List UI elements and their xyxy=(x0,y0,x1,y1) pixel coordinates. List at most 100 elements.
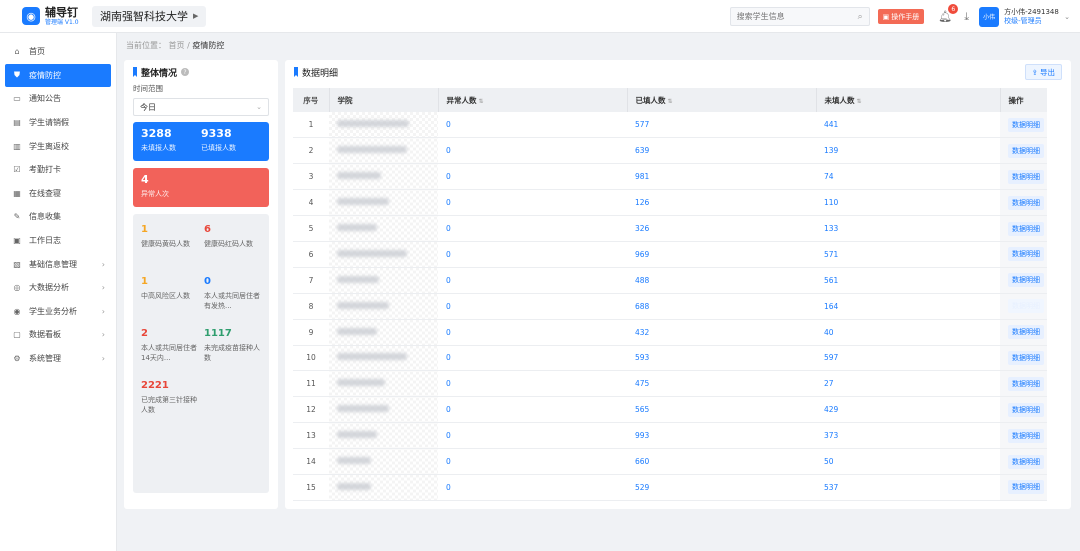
row-detail-button[interactable]: 数据明细 xyxy=(1008,454,1044,469)
row-abnormal-count[interactable]: 0 xyxy=(438,112,627,139)
row-unfilled-count[interactable]: 164 xyxy=(816,293,1000,320)
row-filled-count[interactable]: 577 xyxy=(627,112,816,139)
sidebar-item-4[interactable]: ▥ 学生离返校 xyxy=(5,134,111,158)
health-stat-item[interactable]: 6 健康码红码人数 xyxy=(204,224,261,276)
row-detail-button[interactable]: 数据明细 xyxy=(1008,195,1044,210)
row-unfilled-count[interactable]: 139 xyxy=(816,137,1000,165)
row-detail-button[interactable]: 数据明细 xyxy=(1008,376,1044,391)
sidebar-item-1[interactable]: ⛊ 疫情防控 xyxy=(5,63,111,88)
sidebar-item-9[interactable]: ▧ 基础信息管理 › xyxy=(5,252,111,276)
row-unfilled-count[interactable]: 40 xyxy=(816,319,1000,346)
row-filled-count[interactable]: 639 xyxy=(627,137,816,165)
row-abnormal-count[interactable]: 0 xyxy=(438,163,627,191)
sort-icon[interactable]: ⇅ xyxy=(857,98,862,105)
search-box[interactable]: ⌕ xyxy=(729,7,870,26)
row-filled-count[interactable]: 688 xyxy=(627,293,816,320)
row-detail-button[interactable]: 数据明细 xyxy=(1008,143,1044,158)
row-detail-button[interactable]: 数据明细 xyxy=(1008,169,1044,184)
row-filled-count[interactable]: 488 xyxy=(627,267,816,294)
health-stat-item[interactable]: 0 本人或共同居住者有发热... xyxy=(204,276,261,328)
row-detail-button[interactable]: 数据明细 xyxy=(1008,402,1044,417)
sort-icon[interactable]: ⇅ xyxy=(479,98,484,105)
health-stat-item[interactable]: 2 本人或共同居住者14天内... xyxy=(141,328,198,380)
row-abnormal-count[interactable]: 0 xyxy=(438,319,627,346)
sort-icon[interactable]: ⇅ xyxy=(668,98,673,105)
fill-stat-card[interactable]: 3288 未填报人数 9338 已填报人数 xyxy=(133,122,269,161)
row-filled-count[interactable]: 565 xyxy=(627,396,816,424)
row-abnormal-count[interactable]: 0 xyxy=(438,189,627,217)
user-info[interactable]: 方小伟-2491348 校级-管理员 xyxy=(1004,8,1064,26)
student-search-input[interactable] xyxy=(736,12,847,21)
row-filled-count[interactable]: 475 xyxy=(627,370,816,398)
user-menu-chevron-down-icon[interactable]: ⌄ xyxy=(1064,13,1070,21)
app-logo[interactable]: ◉ 辅导钉 管理端 V1.0 xyxy=(22,7,92,26)
row-detail-button[interactable]: 数据明细 xyxy=(1008,299,1044,314)
row-detail-button[interactable]: 数据明细 xyxy=(1008,325,1044,340)
row-unfilled-count[interactable]: 597 xyxy=(816,345,1000,372)
row-abnormal-count[interactable]: 0 xyxy=(438,448,627,475)
row-detail-button[interactable]: 数据明细 xyxy=(1008,247,1044,262)
row-filled-count[interactable]: 326 xyxy=(627,215,816,242)
row-abnormal-count[interactable]: 0 xyxy=(438,370,627,398)
download-icon[interactable]: ⤓ xyxy=(964,10,969,24)
row-unfilled-count[interactable]: 50 xyxy=(816,448,1000,475)
row-filled-count[interactable]: 981 xyxy=(627,163,816,191)
sidebar-item-3[interactable]: ▤ 学生请销假 xyxy=(5,111,111,135)
time-range-select[interactable]: 今日 ⌄ xyxy=(133,98,269,116)
row-abnormal-count[interactable]: 0 xyxy=(438,137,627,165)
row-unfilled-count[interactable]: 441 xyxy=(816,112,1000,139)
row-filled-count[interactable]: 593 xyxy=(627,345,816,372)
health-stat-item[interactable]: 1 健康码黄码人数 xyxy=(141,224,198,276)
row-abnormal-count[interactable]: 0 xyxy=(438,345,627,372)
row-filled-count[interactable]: 993 xyxy=(627,422,816,450)
sidebar-item-2[interactable]: ▭ 通知公告 xyxy=(5,87,111,111)
row-unfilled-count[interactable]: 110 xyxy=(816,189,1000,217)
health-stat-item[interactable]: 1117 未完成疫苗接种人数 xyxy=(204,328,261,380)
manual-button[interactable]: ▣ 操作手册 xyxy=(877,9,925,24)
help-icon[interactable]: ? xyxy=(181,68,190,76)
row-abnormal-count[interactable]: 0 xyxy=(438,396,627,424)
sidebar-item-6[interactable]: ▦ 在线查寝 xyxy=(5,182,111,206)
row-unfilled-count[interactable]: 561 xyxy=(816,267,1000,294)
search-icon[interactable]: ⌕ xyxy=(858,12,863,22)
sidebar-item-10[interactable]: ◎ 大数据分析 › xyxy=(5,276,111,300)
col-header-unfilled[interactable]: 未填人数 ⇅ xyxy=(816,88,1001,112)
breadcrumb-home[interactable]: 首页 xyxy=(169,41,185,50)
avatar[interactable]: 小伟 xyxy=(979,6,1000,27)
row-detail-button[interactable]: 数据明细 xyxy=(1008,350,1044,365)
health-stat-item[interactable]: 2221 已完成第三针接种人数 xyxy=(141,380,198,432)
sidebar-item-7[interactable]: ✎ 信息收集 xyxy=(5,205,111,229)
row-abnormal-count[interactable]: 0 xyxy=(438,474,627,501)
row-abnormal-count[interactable]: 0 xyxy=(438,293,627,320)
row-filled-count[interactable]: 660 xyxy=(627,448,816,475)
row-abnormal-count[interactable]: 0 xyxy=(438,215,627,242)
sidebar-item-8[interactable]: ▣ 工作日志 xyxy=(5,229,111,253)
row-abnormal-count[interactable]: 0 xyxy=(438,422,627,450)
row-detail-button[interactable]: 数据明细 xyxy=(1008,480,1044,495)
abnormal-stat-card[interactable]: 4 异常人次 xyxy=(133,168,269,207)
row-abnormal-count[interactable]: 0 xyxy=(438,241,627,268)
row-unfilled-count[interactable]: 373 xyxy=(816,422,1000,450)
row-unfilled-count[interactable]: 133 xyxy=(816,215,1000,242)
row-filled-count[interactable]: 432 xyxy=(627,319,816,346)
row-detail-button[interactable]: 数据明细 xyxy=(1008,428,1044,443)
row-unfilled-count[interactable]: 571 xyxy=(816,241,1000,268)
export-button[interactable]: ⇪ 导出 xyxy=(1024,64,1062,80)
sidebar-item-13[interactable]: ⚙ 系统管理 › xyxy=(5,347,111,371)
sidebar-item-0[interactable]: ⌂ 首页 xyxy=(5,40,111,64)
row-detail-button[interactable]: 数据明细 xyxy=(1008,117,1044,132)
row-unfilled-count[interactable]: 27 xyxy=(816,370,1000,398)
col-header-abnormal[interactable]: 异常人数 ⇅ xyxy=(438,88,628,112)
health-stat-item[interactable]: 1 中高风险区人数 xyxy=(141,276,198,328)
notification-bell[interactable]: 🔔︎ 6 xyxy=(938,4,959,23)
sidebar-item-11[interactable]: ◉ 学生业务分析 › xyxy=(5,300,111,324)
row-unfilled-count[interactable]: 74 xyxy=(816,163,1000,191)
row-filled-count[interactable]: 126 xyxy=(627,189,816,217)
row-filled-count[interactable]: 969 xyxy=(627,241,816,268)
sidebar-item-12[interactable]: ▢ 数据看板 › xyxy=(5,323,111,347)
row-unfilled-count[interactable]: 537 xyxy=(816,474,1000,501)
row-unfilled-count[interactable]: 429 xyxy=(816,396,1000,424)
sidebar-item-5[interactable]: ☑ 考勤打卡 xyxy=(5,158,111,182)
row-abnormal-count[interactable]: 0 xyxy=(438,267,627,294)
row-detail-button[interactable]: 数据明细 xyxy=(1008,221,1044,236)
